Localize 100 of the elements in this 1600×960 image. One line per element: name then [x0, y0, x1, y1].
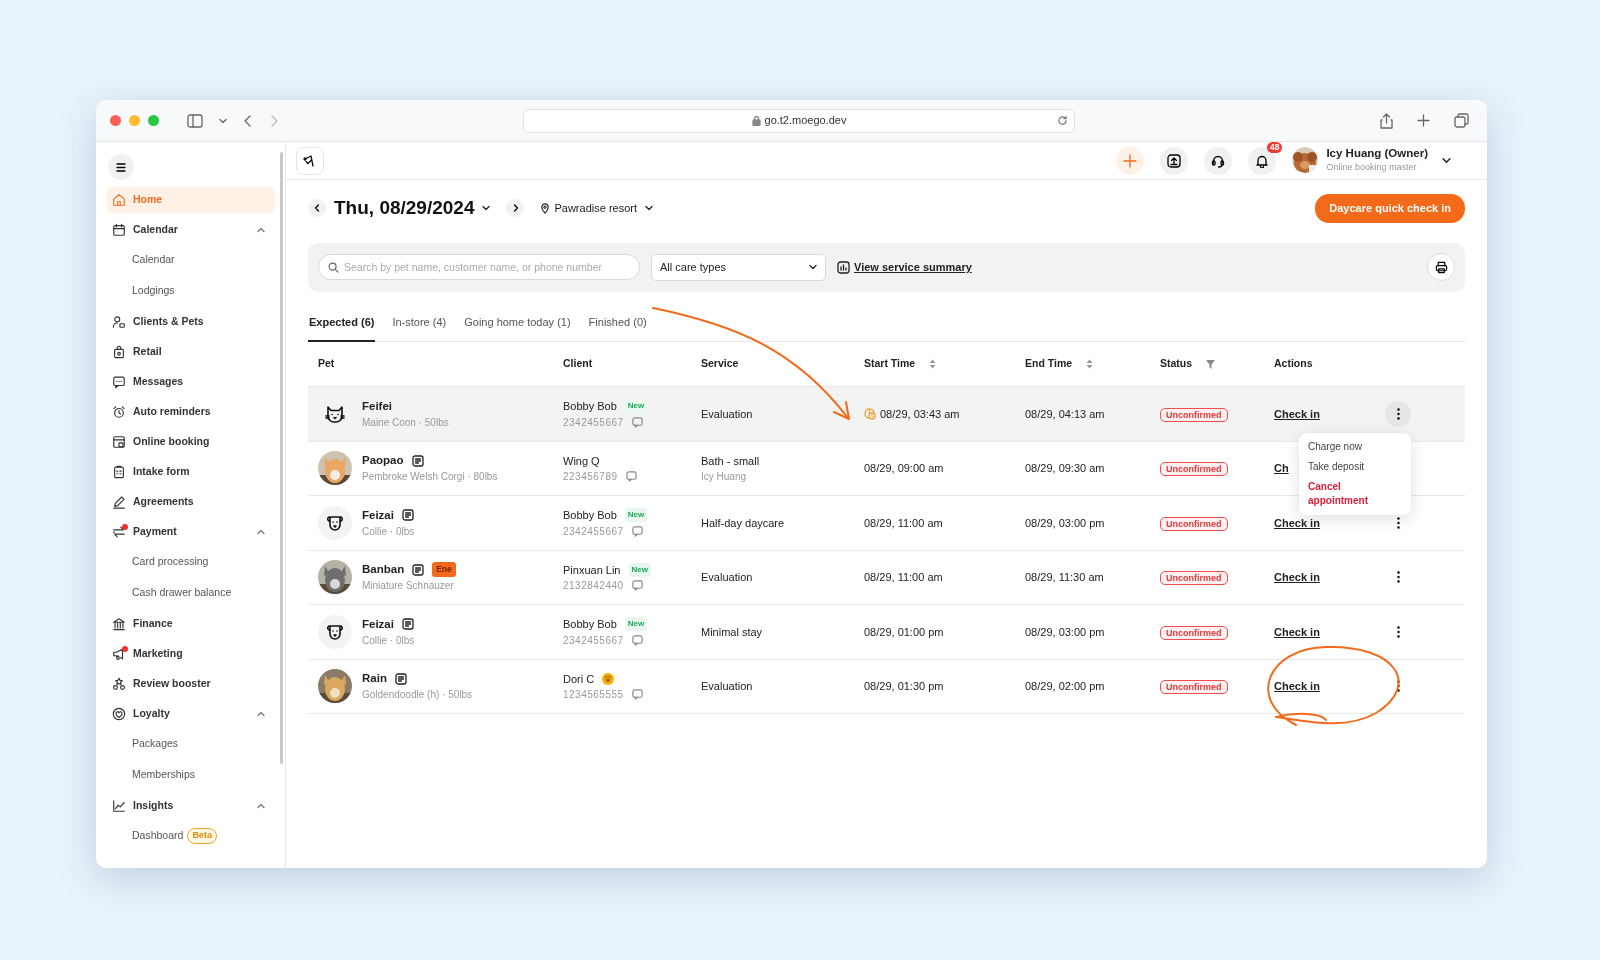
tab[interactable]: Expected (6) [308, 305, 376, 342]
new-tab-icon[interactable] [1417, 114, 1430, 127]
sidebar-item[interactable]: Finance [106, 611, 275, 637]
start-time: 08/29, 01:00 pm [864, 624, 944, 640]
chevron-down-icon[interactable] [1442, 156, 1451, 165]
sidebar-item[interactable]: Loyalty [106, 701, 275, 727]
end-time: 08/29, 03:00 pm [1025, 516, 1105, 529]
sidebar-item[interactable]: Online booking [106, 429, 275, 455]
message-icon[interactable] [631, 525, 643, 537]
user-icon [112, 315, 126, 329]
sidebar-subitem[interactable]: Card processing [106, 549, 275, 575]
sidebar-item[interactable]: Auto reminders [106, 399, 275, 425]
menu-button[interactable] [108, 154, 134, 180]
client-name: Bobby Bob [563, 399, 617, 414]
sidebar-item[interactable]: Payment [106, 519, 275, 545]
care-type-select[interactable]: All care types [651, 253, 826, 281]
next-day-button[interactable] [506, 199, 525, 218]
message-icon[interactable] [625, 471, 637, 482]
sort-icon[interactable] [1086, 359, 1094, 369]
sidebar-item[interactable]: Messages [106, 369, 275, 395]
note-icon[interactable] [401, 618, 414, 631]
note-icon[interactable] [394, 672, 407, 685]
check-in-link[interactable]: Check in [1274, 623, 1320, 640]
check-in-link[interactable]: Check in [1274, 405, 1320, 422]
message-icon[interactable] [631, 416, 643, 428]
check-in-link[interactable]: Check in [1274, 514, 1320, 531]
more-icon [1396, 680, 1400, 693]
reload-icon[interactable] [1057, 115, 1068, 126]
support-button[interactable] [1204, 146, 1233, 175]
notifications-button[interactable] [1248, 146, 1277, 175]
filter-icon[interactable] [1206, 359, 1216, 369]
check-in-link[interactable]: Ch [1274, 460, 1289, 477]
pet-breed: Maine Coon · 50lbs [362, 415, 449, 430]
sidebar-subitem[interactable]: Calendar [106, 247, 275, 273]
tab[interactable]: Going home today (1) [463, 305, 572, 342]
pet-name: Rain [362, 671, 387, 687]
service-name: Half-day daycare [701, 515, 786, 531]
clipboard-icon [112, 465, 126, 479]
user-name: Icy Huang (Owner) [1326, 146, 1428, 161]
menu-item[interactable]: Take deposit [1299, 457, 1411, 477]
check-in-link[interactable]: Check in [1274, 569, 1320, 586]
location-selector[interactable]: Pawradise resort [554, 200, 637, 217]
previous-day-button[interactable] [308, 199, 326, 218]
client-name: Bobby Bob [563, 617, 617, 632]
service-name: Bath - small [701, 453, 761, 469]
column-header: Actions [1274, 356, 1313, 372]
client-name: Pinxuan Lin [563, 562, 621, 578]
url-text: go.t2.moego.dev [764, 113, 847, 129]
sidebar-subitem[interactable]: Cash drawer balance [106, 580, 275, 606]
client-name: Bobby Bob [563, 508, 617, 523]
sidebar-subitem[interactable]: Packages [106, 731, 275, 757]
new-tag: New [624, 508, 648, 523]
share-icon[interactable] [1380, 112, 1393, 129]
tab[interactable]: In-store (4) [391, 305, 448, 342]
client-phone: 1234565555 [563, 688, 624, 702]
note-icon[interactable] [401, 509, 414, 522]
sidebar-item[interactable]: Agreements [106, 489, 275, 515]
caret-down-icon[interactable] [645, 204, 653, 213]
column-header: End Time [1025, 356, 1073, 372]
calendar-icon [112, 223, 126, 237]
back-icon[interactable] [243, 113, 253, 128]
note-icon[interactable] [411, 454, 424, 467]
pet-breed: Collie · 0lbs [362, 524, 415, 539]
sidebar-item[interactable]: Insights [106, 793, 275, 819]
sidebar-item[interactable]: Retail [106, 339, 275, 365]
alarm-clock-icon [112, 405, 126, 419]
upload-button[interactable] [1160, 146, 1189, 175]
message-icon[interactable] [631, 580, 643, 591]
sidebar-item[interactable]: Calendar [106, 217, 275, 243]
date-title: Thu, 08/29/2024 [334, 196, 475, 220]
tabs-overview-icon[interactable] [1454, 113, 1469, 128]
note-icon[interactable] [412, 563, 425, 576]
more-button[interactable] [1385, 400, 1411, 427]
sidebar-item[interactable]: Review booster [106, 671, 275, 697]
tab[interactable]: Finished (0) [587, 305, 648, 342]
sidebar-item[interactable]: Marketing [106, 641, 275, 667]
search-field[interactable]: Search by pet name, customer name, or phone number [318, 254, 640, 280]
pet-name: Feifei [362, 398, 393, 414]
chevron-left-icon [313, 204, 321, 213]
caret-down-icon[interactable] [482, 204, 491, 213]
service-summary-link[interactable]: View service summary [854, 258, 972, 276]
menu-item[interactable]: Charge now [1299, 437, 1411, 457]
sidebar-item[interactable]: Intake form [106, 459, 275, 485]
sidebar-toggle-icon[interactable] [187, 113, 203, 128]
sort-icon[interactable] [929, 359, 937, 369]
more-icon [1396, 407, 1400, 420]
sidebar-subitem[interactable]: Lodgings [106, 278, 275, 304]
more-icon [1396, 516, 1400, 529]
sidebar-subitem[interactable]: Memberships [106, 762, 275, 788]
menu-item[interactable]: Cancel appointment [1299, 477, 1411, 511]
message-icon[interactable] [631, 689, 643, 700]
message-icon[interactable] [631, 634, 643, 646]
end-time: 08/29, 04:13 am [1025, 407, 1105, 420]
column-header: Client [563, 356, 593, 372]
check-in-link[interactable]: Check in [1274, 678, 1320, 695]
end-time: 08/29, 02:00 pm [1025, 680, 1105, 692]
sidebar-item[interactable]: Clients & Pets [106, 309, 275, 335]
chevron-down-icon [809, 263, 817, 271]
print-button[interactable] [1427, 253, 1455, 281]
address-bar[interactable]: go.t2.moego.dev [523, 108, 1075, 133]
